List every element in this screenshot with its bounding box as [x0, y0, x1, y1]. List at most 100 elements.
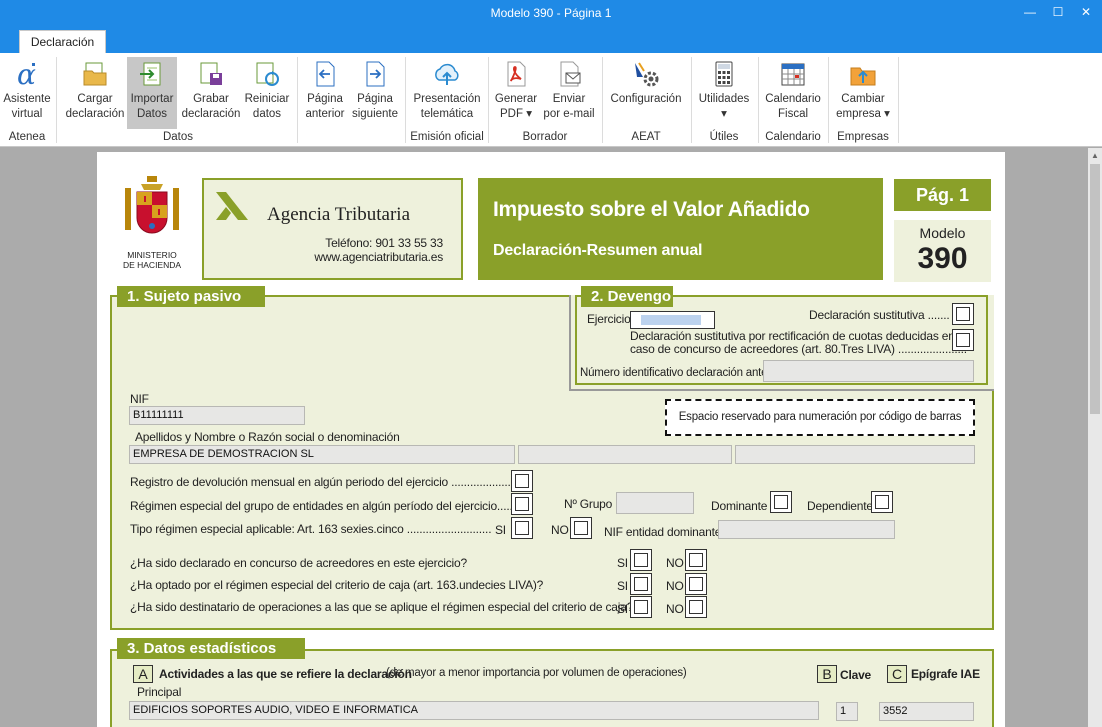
barcode-text: Espacio reservado para numeración por có… — [678, 411, 962, 423]
ribbon-separator — [56, 57, 57, 143]
scroll-up-icon[interactable]: ▲ — [1091, 151, 1099, 160]
tipo-regimen-no-checkbox[interactable] — [570, 517, 592, 539]
window-title: Modelo 390 - Página 1 — [490, 6, 612, 20]
vertical-scrollbar[interactable]: ▲ — [1088, 148, 1102, 727]
group-label-calendario: Calendario — [765, 131, 821, 143]
rectificacion-line2: caso de concurso de acreedores (art. 80.… — [630, 342, 967, 356]
agency-logo-icon — [216, 192, 248, 220]
load-folder-icon — [83, 62, 107, 86]
rectificacion-checkbox[interactable] — [952, 329, 974, 351]
q2-si-checkbox[interactable] — [630, 573, 652, 595]
reset-icon — [256, 62, 279, 86]
nif-dominante-label: NIF entidad dominante — [604, 525, 722, 539]
section3-title: 3. Datos estadísticos — [117, 638, 305, 659]
ministry-line1: MINISTERIO — [127, 250, 177, 260]
reiniciar-datos-button[interactable]: Reiniciar datos — [242, 57, 292, 129]
minimize-button[interactable]: — — [1020, 3, 1040, 21]
name-input-2[interactable] — [518, 445, 732, 464]
form-subtitle: Declaración-Resumen anual — [493, 242, 703, 259]
agency-box: Agencia Tributaria Teléfono: 901 33 55 3… — [202, 178, 463, 280]
group-label-emision: Emisión oficial — [410, 131, 484, 143]
actividades-label: Actividades a las que se refiere la decl… — [159, 667, 412, 681]
pagina-anterior-button[interactable]: Página anterior — [302, 57, 348, 129]
name-label: Apellidos y Nombre o Razón social o deno… — [135, 430, 400, 444]
name-input-3[interactable] — [735, 445, 975, 464]
dominante-label: Dominante — [711, 499, 768, 513]
enviar-email-button[interactable]: Enviar por e-mail — [540, 57, 598, 129]
change-company-icon — [850, 67, 876, 86]
reg-devolucion-label: Registro de devolución mensual en algún … — [130, 475, 517, 489]
group-label-empresas: Empresas — [837, 131, 889, 143]
nif-dominante-input[interactable] — [718, 520, 895, 539]
reg-grupo-checkbox[interactable] — [511, 493, 533, 515]
name-input-1[interactable]: EMPRESA DE DEMOSTRACION SL — [129, 445, 515, 464]
page-tag: Pág. 1 — [894, 179, 991, 211]
q1-si-label: SI — [617, 556, 628, 570]
modelo-number: 390 — [917, 242, 968, 275]
num-anterior-input[interactable] — [763, 360, 974, 382]
q1-no-checkbox[interactable] — [685, 549, 707, 571]
cargar-declaracion-button[interactable]: Cargar declaración — [63, 57, 127, 129]
actividad-principal-input[interactable]: EDIFICIOS SOPORTES AUDIO, VIDEO E INFORM… — [129, 701, 819, 720]
nif-input[interactable]: B11111111 — [129, 406, 305, 425]
q2-no-checkbox[interactable] — [685, 573, 707, 595]
pagina-siguiente-button[interactable]: Página siguiente — [350, 57, 400, 129]
sustitutiva-checkbox[interactable] — [952, 303, 974, 325]
epigrafe-label: Epígrafe IAE — [911, 667, 980, 681]
q1-si-checkbox[interactable] — [630, 549, 652, 571]
clave-input[interactable]: 1 — [836, 702, 858, 721]
q3-no-checkbox[interactable] — [685, 596, 707, 618]
importar-datos-button[interactable]: Importar Datos — [127, 57, 177, 129]
letter-c-box: C — [887, 665, 907, 683]
tipo-regimen-no-label: NO — [551, 523, 569, 537]
q2-label: ¿Ha optado por el régimen especial del c… — [130, 578, 544, 592]
utilidades-button[interactable]: Utilidades ▾ — [694, 57, 754, 129]
barcode-space: Espacio reservado para numeración por có… — [665, 399, 975, 436]
presentacion-telematica-button[interactable]: Presentación telemática — [410, 57, 484, 129]
tab-declaracion[interactable]: Declaración — [19, 30, 106, 53]
previous-page-icon — [316, 61, 335, 87]
calendario-fiscal-button[interactable]: Calendario Fiscal — [762, 57, 824, 129]
save-icon — [200, 62, 222, 85]
modelo-label: Modelo — [919, 225, 966, 241]
title-bar: Modelo 390 - Página 1 — ☐ ✕ — [0, 0, 1102, 27]
dependiente-checkbox[interactable] — [871, 491, 893, 513]
epigrafe-input[interactable]: 3552 — [879, 702, 974, 721]
ribbon-tabstrip: Declaración — [0, 27, 1102, 53]
cambiar-empresa-button[interactable]: Cambiar empresa ▾ — [832, 57, 894, 129]
n-grupo-input[interactable] — [616, 492, 694, 514]
cloud-upload-icon — [435, 63, 459, 85]
ejercicio-selection — [641, 315, 701, 325]
ejercicio-label: Ejercicio — [587, 312, 631, 326]
alpha-assistant-icon: α — [17, 59, 36, 89]
nif-label: NIF — [130, 392, 149, 406]
q3-si-checkbox[interactable] — [630, 596, 652, 618]
scrollbar-thumb[interactable] — [1090, 164, 1100, 414]
form-heading: Impuesto sobre el Valor Añadido Declarac… — [478, 178, 883, 280]
configuracion-button[interactable]: Configuración — [606, 57, 686, 129]
email-icon — [560, 61, 581, 87]
reg-devolucion-checkbox[interactable] — [511, 470, 533, 492]
sustitutiva-label: Declaración sustitutiva ....... — [809, 308, 950, 322]
dominante-checkbox[interactable] — [770, 491, 792, 513]
modelo-box: Modelo 390 — [894, 220, 991, 282]
agency-name: Agencia Tributaria — [267, 204, 411, 225]
ribbon-separator — [898, 57, 899, 143]
q3-label: ¿Ha sido destinatario de operaciones a l… — [130, 600, 634, 614]
num-anterior-label: Número identificativo declaración anteri… — [580, 367, 784, 379]
generar-pdf-button[interactable]: Generar PDF ▾ — [492, 57, 540, 129]
maximize-button[interactable]: ☐ — [1048, 3, 1068, 21]
close-button[interactable]: ✕ — [1076, 3, 1096, 21]
ejercicio-input[interactable] — [630, 311, 715, 329]
group-label-datos: Datos — [162, 131, 194, 143]
group-label-utiles: Útiles — [709, 131, 739, 143]
section2-title: 2. Devengo — [581, 286, 673, 307]
asistente-virtual-button[interactable]: α Asistente virtual — [2, 57, 52, 129]
calculator-icon — [715, 61, 733, 87]
q2-si-label: SI — [617, 579, 628, 593]
ministry-line2: DE HACIENDA — [122, 260, 182, 270]
ribbon: α Asistente virtual Atenea Cargar declarac… — [0, 53, 1102, 147]
grabar-declaracion-button[interactable]: Grabar declaración — [180, 57, 242, 129]
tipo-regimen-si-checkbox[interactable] — [511, 517, 533, 539]
q2-no-label: NO — [666, 579, 684, 593]
